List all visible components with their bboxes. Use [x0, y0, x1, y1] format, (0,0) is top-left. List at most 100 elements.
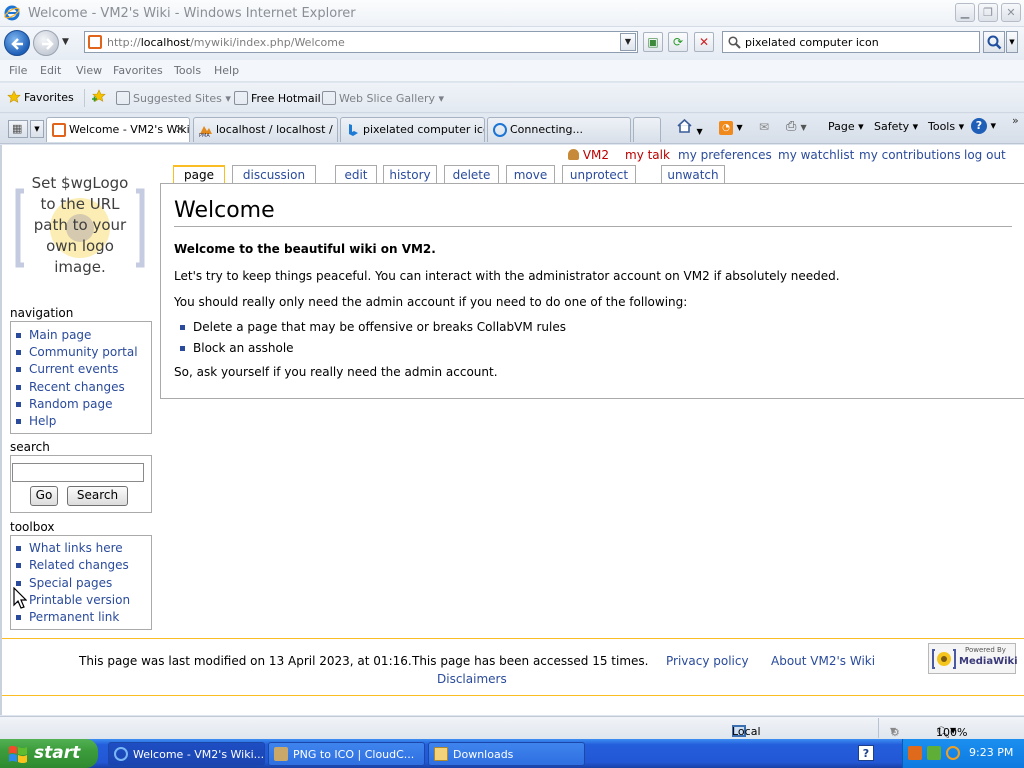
history-dropdown-icon[interactable]: ▼: [62, 37, 69, 47]
menu-help[interactable]: Help: [214, 64, 239, 77]
wiki-logo[interactable]: Set $wgLogo to the URL path to your own …: [12, 173, 148, 283]
privacy-policy-link[interactable]: Privacy policy: [666, 654, 749, 668]
user-page-link[interactable]: VM2: [568, 148, 609, 162]
free-hotmail-link[interactable]: Free Hotmail: [234, 91, 321, 105]
minimize-button[interactable]: ▁: [955, 3, 975, 22]
tab-unprotect[interactable]: unprotect: [562, 165, 636, 184]
quick-tabs-button[interactable]: ▦: [8, 120, 28, 138]
favorites-label: Favorites: [24, 91, 74, 104]
tab-edit[interactable]: edit: [335, 165, 377, 184]
mail-icon: ✉: [759, 120, 770, 134]
taskbar-item-png-to-ico[interactable]: PNG to ICO | CloudC...: [268, 742, 425, 766]
tab-list-dropdown[interactable]: ▼: [30, 120, 44, 138]
tab-delete[interactable]: delete: [444, 165, 499, 184]
read-mail-button[interactable]: ✉: [759, 120, 769, 134]
suggested-sites-link[interactable]: Suggested Sites ▾: [116, 91, 231, 105]
compatibility-view-button[interactable]: ▣: [643, 32, 663, 52]
disclaimers-link[interactable]: Disclaimers: [437, 672, 507, 686]
menu-favorites[interactable]: Favorites: [113, 64, 163, 77]
web-slice-gallery-link[interactable]: Web Slice Gallery ▾: [322, 91, 444, 105]
tab-bing-search[interactable]: pixelated computer ico...: [340, 117, 485, 142]
clock[interactable]: 9:23 PM: [969, 746, 1013, 759]
new-tab-button[interactable]: [633, 117, 661, 142]
tab-label: pixelated computer ico...: [363, 123, 484, 136]
my-preferences-link[interactable]: my preferences: [678, 148, 772, 162]
nav-link-label: Main page: [29, 328, 92, 342]
tab-move[interactable]: move: [506, 165, 555, 184]
menu-view[interactable]: View: [76, 64, 102, 77]
search-go-button[interactable]: [983, 31, 1005, 53]
log-out-link[interactable]: log out: [964, 148, 1006, 162]
tab-connecting[interactable]: Connecting...: [487, 117, 631, 142]
nav-help[interactable]: Help: [16, 414, 56, 428]
about-wiki-link[interactable]: About VM2's Wiki: [771, 654, 875, 668]
my-contributions-link[interactable]: my contributions: [859, 148, 961, 162]
close-tab-icon[interactable]: ✕: [175, 122, 185, 136]
taskbar-item-ie[interactable]: Welcome - VM2's Wiki...: [108, 742, 265, 766]
address-toolbar: ▼ http://localhost/mywiki/index.php/Welc…: [0, 27, 1024, 60]
nav-recent-changes[interactable]: Recent changes: [16, 380, 125, 394]
nav-main-page[interactable]: Main page: [16, 328, 92, 342]
refresh-button[interactable]: ⟳: [668, 32, 688, 52]
menu-edit[interactable]: Edit: [40, 64, 61, 77]
tab-page[interactable]: page: [173, 165, 225, 184]
menu-file[interactable]: File: [9, 64, 27, 77]
web-page-content: VM2 my talk my preferences my watchlist …: [0, 145, 1024, 715]
maximize-button[interactable]: ❐: [978, 3, 998, 22]
tab-history[interactable]: history: [383, 165, 437, 184]
stop-button[interactable]: ✕: [694, 32, 714, 52]
tools-menu-button[interactable]: Tools ▾: [928, 120, 964, 133]
safety-menu-button[interactable]: Safety ▾: [874, 120, 918, 133]
search-input[interactable]: [745, 34, 975, 50]
go-button[interactable]: Go: [30, 486, 58, 506]
toolbar-overflow-icon[interactable]: »: [1012, 114, 1019, 127]
tool-special-pages[interactable]: Special pages: [16, 576, 112, 590]
powered-by-mediawiki-badge[interactable]: Powered By MediaWiki: [928, 643, 1018, 674]
address-bar[interactable]: http://localhost/mywiki/index.php/Welcom…: [84, 31, 638, 53]
tool-permanent-link[interactable]: Permanent link: [16, 610, 119, 624]
user-icon: [568, 149, 579, 160]
address-url[interactable]: http://localhost/mywiki/index.php/Welcom…: [107, 36, 345, 49]
network-tray-icon[interactable]: [927, 746, 941, 760]
tool-what-links-here[interactable]: What links here: [16, 541, 123, 555]
tab-discussion[interactable]: discussion: [232, 165, 316, 184]
home-button[interactable]: ▼: [676, 118, 703, 137]
search-options-dropdown[interactable]: ▼: [1006, 31, 1018, 53]
add-to-favorites-bar-button[interactable]: [92, 89, 109, 103]
search-tray-icon[interactable]: [946, 746, 960, 760]
feeds-button[interactable]: ◔ ▼: [719, 120, 743, 135]
tool-related-changes[interactable]: Related changes: [16, 558, 129, 572]
forward-button[interactable]: [33, 30, 59, 56]
address-dropdown-button[interactable]: ▼: [620, 33, 636, 51]
language-bar-help-icon[interactable]: ?: [858, 745, 874, 761]
nav-random-page[interactable]: Random page: [16, 397, 112, 411]
search-button[interactable]: Search: [67, 486, 128, 506]
article-content: Welcome Welcome to the beautiful wiki on…: [160, 183, 1024, 399]
toolbox-portlet: What links here Related changes Special …: [10, 535, 152, 630]
close-window-button[interactable]: ✕: [1001, 3, 1021, 22]
tab-phpmyadmin[interactable]: PMA localhost / localhost / ...: [193, 117, 338, 142]
search-box[interactable]: [722, 31, 980, 53]
wiki-search-input[interactable]: [12, 463, 144, 482]
restore-icon: ❐: [983, 6, 993, 19]
my-watchlist-link[interactable]: my watchlist: [778, 148, 854, 162]
taskbar-item-downloads[interactable]: Downloads: [428, 742, 585, 766]
help-menu-button[interactable]: ? ▾: [971, 118, 996, 134]
favorites-button[interactable]: Favorites: [7, 90, 74, 104]
bullet: [16, 402, 21, 407]
tab-unwatch[interactable]: unwatch: [661, 165, 725, 184]
nav-current-events[interactable]: Current events: [16, 362, 118, 376]
print-button[interactable]: ⎙ ▼: [786, 119, 807, 134]
back-button[interactable]: [4, 30, 30, 56]
menu-tools[interactable]: Tools: [174, 64, 201, 77]
url-prefix: http://: [107, 36, 141, 49]
tab-welcome[interactable]: Welcome - VM2's Wiki ✕: [46, 117, 190, 142]
my-talk-link[interactable]: my talk: [625, 148, 670, 162]
xampp-tray-icon[interactable]: [908, 746, 922, 760]
minimize-icon: ▁: [960, 6, 970, 19]
page-menu-button[interactable]: Page ▾: [828, 120, 864, 133]
nav-community-portal[interactable]: Community portal: [16, 345, 138, 359]
add-favorite-icon: [92, 89, 106, 102]
tool-printable-version[interactable]: Printable version: [16, 593, 130, 607]
start-button[interactable]: start: [0, 739, 98, 768]
